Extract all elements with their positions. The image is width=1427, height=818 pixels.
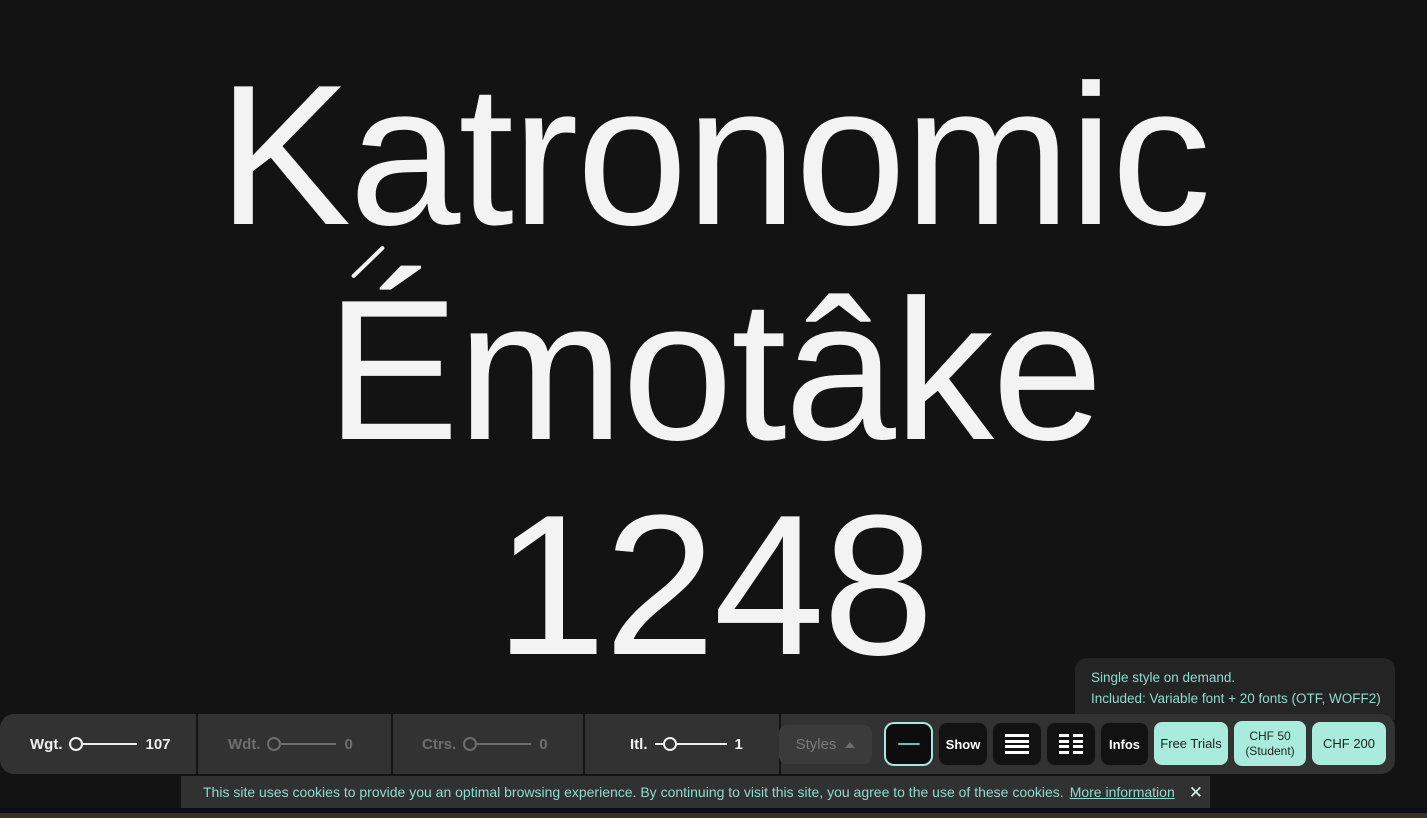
infos-button-label: Infos [1109, 737, 1140, 752]
width-slider-group: Wdt. 0 [228, 714, 353, 774]
single-style-toggle-button[interactable] [884, 722, 933, 766]
width-slider-label: Wdt. [228, 736, 260, 753]
pricing-note-panel: Single style on demand. Included: Variab… [1075, 658, 1395, 720]
font-specimen-page: Katronomic Émotâke 1248 Single style on … [0, 0, 1427, 818]
weight-slider-label: Wgt. [30, 736, 62, 753]
show-button-label: Show [946, 737, 981, 752]
width-slider-track [281, 743, 336, 745]
divider [391, 714, 393, 774]
cookie-banner: This site uses cookies to provide you an… [181, 776, 1210, 808]
pricing-note-line-2: Included: Variable font + 20 fonts (OTF,… [1091, 688, 1395, 709]
buy-student-price: CHF 50 [1249, 729, 1290, 744]
styles-dropdown-label: Styles [796, 736, 837, 753]
specimen-line-1[interactable]: Katronomic [0, 48, 1427, 263]
weight-slider-value: 107 [145, 736, 170, 753]
italic-slider-track[interactable] [677, 743, 727, 745]
buy-full-button[interactable]: CHF 200 [1312, 722, 1386, 765]
pricing-note-line-1: Single style on demand. [1091, 667, 1395, 688]
italic-slider-group: Itl. 1 [630, 714, 743, 774]
contrast-slider-knob [463, 737, 477, 751]
contrast-slider-group: Ctrs. 0 [422, 714, 548, 774]
buy-student-button[interactable]: CHF 50 (Student) [1234, 721, 1306, 766]
contrast-slider-value: 0 [539, 736, 547, 753]
buy-student-qualifier: (Student) [1245, 744, 1294, 759]
list-view-icon [1005, 734, 1029, 754]
buy-full-price: CHF 200 [1323, 736, 1375, 751]
bottom-brown-strip [0, 813, 1427, 818]
width-slider-value: 0 [344, 736, 352, 753]
type-specimen: Katronomic Émotâke 1248 [0, 48, 1427, 693]
control-bar: Wgt. 107 Wdt. 0 Ctrs. 0 Itl. 1 [0, 714, 1395, 774]
column-list-view-icon [1059, 734, 1083, 754]
specimen-line-2[interactable]: Émotâke [0, 263, 1427, 478]
free-trials-button[interactable]: Free Trials [1154, 722, 1228, 765]
show-button[interactable]: Show [939, 723, 987, 765]
single-line-icon [898, 743, 920, 746]
weight-slider-knob[interactable] [69, 737, 83, 751]
list-view-button[interactable] [993, 723, 1041, 765]
weight-slider-group: Wgt. 107 [30, 714, 171, 774]
cookie-more-information-link[interactable]: More information [1070, 784, 1175, 800]
italic-slider-value: 1 [735, 736, 743, 753]
infos-button[interactable]: Infos [1101, 723, 1148, 765]
column-list-view-button[interactable] [1047, 723, 1095, 765]
cookie-message: This site uses cookies to provide you an… [203, 784, 1064, 800]
contrast-slider-track [477, 743, 531, 745]
width-slider-knob [267, 737, 281, 751]
italic-slider-track-left[interactable] [655, 743, 663, 745]
weight-slider-track[interactable] [83, 743, 137, 745]
divider [196, 714, 198, 774]
divider [583, 714, 585, 774]
free-trials-button-label: Free Trials [1160, 736, 1221, 751]
caret-up-icon [845, 742, 855, 748]
contrast-slider-label: Ctrs. [422, 736, 456, 753]
styles-dropdown[interactable]: Styles [779, 725, 872, 764]
close-icon[interactable]: ✕ [1189, 784, 1203, 801]
italic-slider-knob[interactable] [663, 737, 677, 751]
italic-slider-label: Itl. [630, 736, 648, 753]
